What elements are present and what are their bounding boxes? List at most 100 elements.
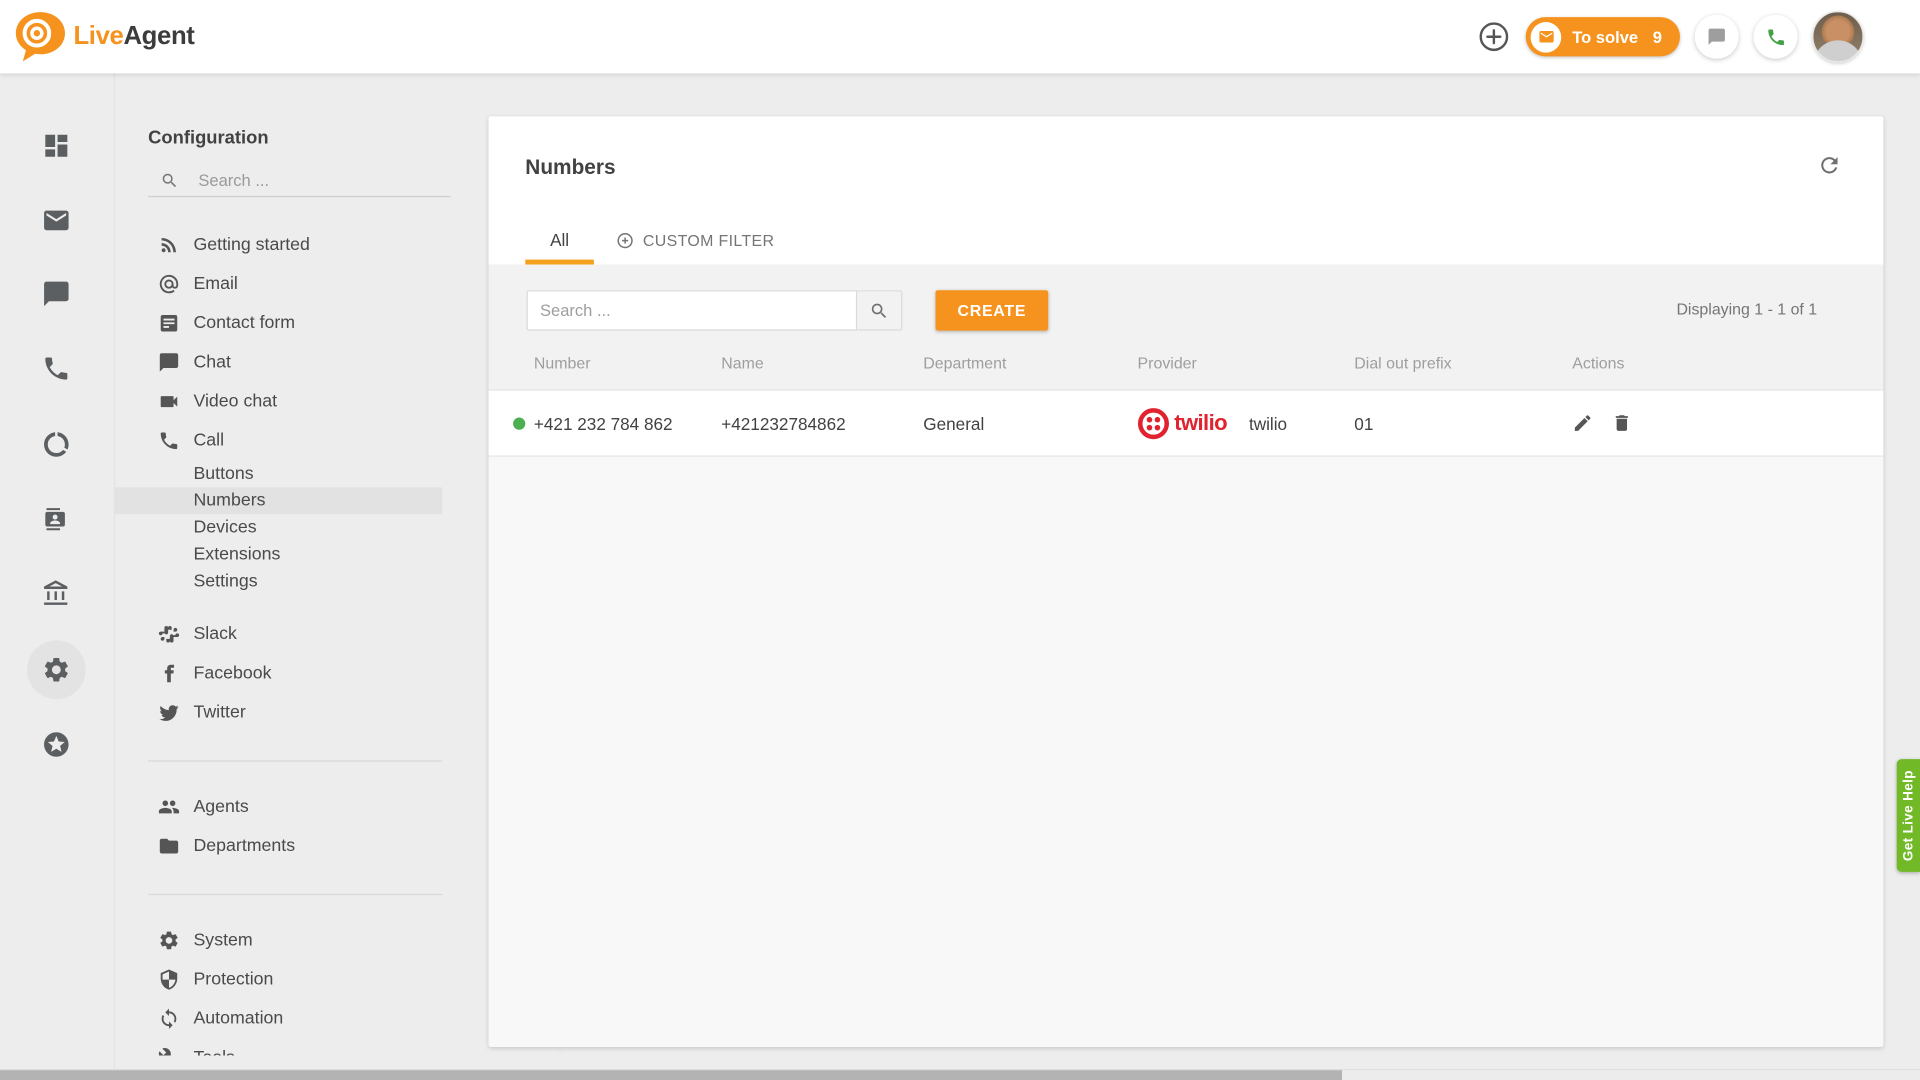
- add-circle-icon[interactable]: [1477, 20, 1511, 54]
- sidebar-item-departments[interactable]: Departments: [114, 827, 442, 866]
- cell-department: General: [923, 391, 984, 456]
- refresh-icon[interactable]: [1817, 153, 1841, 177]
- facebook-icon: [158, 662, 180, 684]
- envelope-badge: [1531, 21, 1562, 52]
- column-header-dial-out-prefix: Dial out prefix: [1354, 354, 1451, 372]
- sidebar-item-facebook[interactable]: Facebook: [114, 654, 442, 693]
- gear-icon: [158, 929, 180, 951]
- header-actions: To solve 9: [1477, 0, 1864, 73]
- table-search-button[interactable]: [857, 290, 902, 330]
- sidebar-item-call[interactable]: Call: [114, 421, 442, 460]
- search-icon: [869, 301, 889, 321]
- phone-icon[interactable]: [42, 354, 71, 383]
- mail-icon[interactable]: [42, 206, 71, 235]
- sidebar-search[interactable]: [148, 165, 450, 197]
- create-button[interactable]: CREATE: [936, 290, 1049, 330]
- page-title: Numbers: [525, 156, 615, 180]
- top-header: LiveAgent To solve 9: [0, 0, 1920, 73]
- to-solve-button[interactable]: To solve 9: [1526, 17, 1680, 56]
- video-icon: [158, 391, 180, 413]
- numbers-panel: Numbers All CUSTOM FILTER CREATE Display…: [489, 116, 1884, 1047]
- get-live-help-label: Get Live Help: [1901, 770, 1916, 861]
- sidebar-item-email[interactable]: Email: [114, 264, 442, 303]
- to-solve-count: 9: [1653, 28, 1662, 46]
- table-header: Number Name Department Provider Dial out…: [489, 342, 1884, 390]
- avatar[interactable]: [1812, 11, 1863, 62]
- sidebar-item-slack[interactable]: Slack: [114, 615, 442, 654]
- column-header-provider: Provider: [1138, 354, 1197, 372]
- phone-icon: [158, 430, 180, 452]
- sidebar-item-agents[interactable]: Agents: [114, 787, 442, 826]
- at-icon: [158, 273, 180, 295]
- sidebar-title: Configuration: [148, 127, 268, 148]
- slack-icon: [158, 623, 180, 645]
- stars-icon[interactable]: [42, 730, 71, 759]
- pagination-status: Displaying 1 - 1 of 1: [1676, 300, 1817, 318]
- column-header-actions: Actions: [1572, 354, 1624, 372]
- chat-bubble-icon: [1707, 27, 1727, 47]
- edit-icon[interactable]: [1572, 413, 1593, 434]
- numbers-panel-header: Numbers All CUSTOM FILTER: [489, 116, 1884, 264]
- contact-card-icon[interactable]: [42, 504, 71, 533]
- twitter-icon: [158, 702, 180, 724]
- column-header-department: Department: [923, 354, 1006, 372]
- delete-icon[interactable]: [1611, 413, 1632, 434]
- configuration-sidebar: Configuration Getting started Email Cont…: [114, 73, 451, 1080]
- sidebar-menu: Getting started Email Contact form Chat …: [114, 208, 442, 1055]
- icon-rail: [0, 73, 115, 1080]
- calls-button[interactable]: [1753, 15, 1797, 59]
- get-live-help-tab[interactable]: Get Live Help: [1897, 759, 1920, 872]
- horizontal-scrollbar[interactable]: [0, 1069, 1920, 1080]
- form-icon: [158, 312, 180, 334]
- sync-icon: [158, 1008, 180, 1030]
- chat-icon[interactable]: [42, 279, 71, 308]
- dashboard-icon[interactable]: [42, 131, 71, 160]
- sidebar-item-devices[interactable]: Devices: [114, 514, 442, 541]
- sidebar-item-automation[interactable]: Automation: [114, 999, 442, 1038]
- table-search-input[interactable]: [527, 290, 858, 330]
- bank-icon[interactable]: [42, 579, 71, 608]
- liveagent-logo-text: LiveAgent: [73, 22, 194, 51]
- sidebar-item-twitter[interactable]: Twitter: [114, 693, 442, 732]
- folder-icon: [158, 835, 180, 857]
- sidebar-item-buttons[interactable]: Buttons: [114, 460, 442, 487]
- sidebar-search-input[interactable]: [196, 170, 421, 191]
- liveagent-logo[interactable]: LiveAgent: [12, 10, 194, 64]
- sidebar-item-video-chat[interactable]: Video chat: [114, 382, 442, 421]
- chats-button[interactable]: [1695, 15, 1739, 59]
- sidebar-divider: [148, 760, 442, 761]
- table-row[interactable]: +421 232 784 862 +421232784862 General t…: [489, 389, 1884, 456]
- rss-icon: [158, 234, 180, 256]
- sidebar-item-extensions[interactable]: Extensions: [114, 541, 442, 568]
- tab-custom-filter[interactable]: CUSTOM FILTER: [616, 216, 774, 265]
- people-icon: [158, 796, 180, 818]
- sidebar-item-protection[interactable]: Protection: [114, 960, 442, 999]
- tab-all[interactable]: All: [525, 216, 594, 265]
- provider-name: twilio: [1249, 413, 1287, 433]
- chat-icon: [158, 351, 180, 373]
- cell-actions: [1572, 391, 1632, 456]
- twilio-wordmark: twilio: [1174, 410, 1227, 436]
- envelope-icon: [1537, 28, 1554, 45]
- sidebar-item-getting-started[interactable]: Getting started: [114, 225, 442, 264]
- table-search: [527, 290, 903, 330]
- sidebar-item-system[interactable]: System: [114, 921, 442, 960]
- sidebar-item-chat[interactable]: Chat: [114, 343, 442, 382]
- sidebar-item-tools[interactable]: Tools: [114, 1038, 442, 1055]
- sidebar-scroll-area: Getting started Email Contact form Chat …: [114, 208, 442, 1055]
- liveagent-logo-icon: [12, 10, 68, 64]
- phone-icon: [1765, 26, 1786, 47]
- horizontal-scrollbar-thumb[interactable]: [0, 1070, 1342, 1080]
- shield-icon: [158, 969, 180, 991]
- to-solve-label: To solve: [1572, 28, 1638, 46]
- table-empty-area: [489, 457, 1884, 1047]
- cell-provider: twilio twilio: [1138, 391, 1288, 456]
- data-usage-icon[interactable]: [42, 430, 71, 459]
- sidebar-item-settings[interactable]: Settings: [114, 568, 442, 595]
- column-header-name: Name: [721, 354, 763, 372]
- twilio-logo: [1138, 407, 1170, 439]
- gear-icon[interactable]: [42, 655, 71, 684]
- sidebar-item-contact-form[interactable]: Contact form: [114, 304, 442, 343]
- sidebar-item-numbers[interactable]: Numbers: [114, 487, 442, 514]
- cell-number: +421 232 784 862: [534, 391, 673, 456]
